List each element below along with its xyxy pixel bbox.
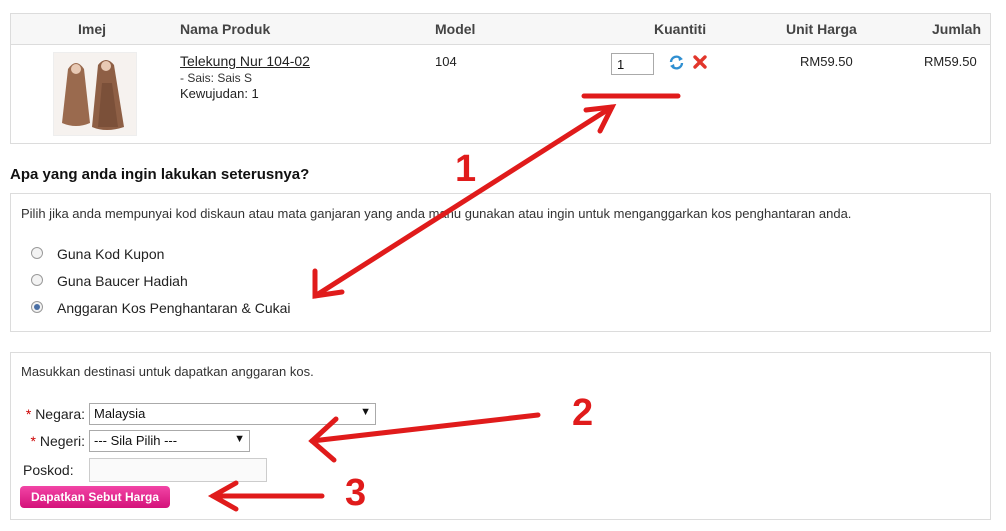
annotation-arrow-1: [312, 104, 615, 299]
annotation-overlay: [207, 93, 681, 512]
annotation-label-1: 1: [455, 148, 477, 190]
annotation-label-3: 3: [345, 472, 367, 514]
annotation-arrow-2: [309, 412, 541, 444]
annotation-label-2: 2: [572, 392, 594, 434]
